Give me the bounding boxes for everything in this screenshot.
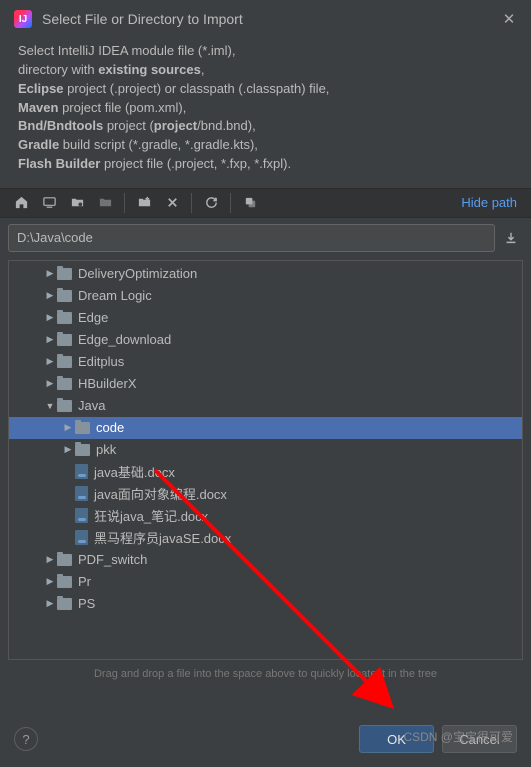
delete-icon[interactable]: [159, 191, 185, 215]
folder-icon: [75, 444, 90, 456]
document-icon: [75, 508, 88, 523]
tree-node-label: Editplus: [78, 354, 124, 369]
document-icon: [75, 486, 88, 501]
tree-node[interactable]: ▼ Java: [9, 395, 522, 417]
tree-node-label: Pr: [78, 574, 91, 589]
tree-node-label: 狂说java_笔记.docx: [94, 506, 208, 525]
folder-icon: [57, 334, 72, 346]
folder-icon: [57, 312, 72, 324]
folder-icon: [57, 598, 72, 610]
tree-node[interactable]: ▶ Pr: [9, 571, 522, 593]
tree-node[interactable]: 狂说java_笔记.docx: [9, 505, 522, 527]
tree-node[interactable]: ▶ pkk: [9, 439, 522, 461]
tree-node-label: HBuilderX: [78, 376, 137, 391]
close-icon[interactable]: ✕: [501, 11, 517, 27]
show-hidden-icon[interactable]: [237, 191, 263, 215]
tree-node-label: pkk: [96, 442, 116, 457]
folder-icon: [57, 290, 72, 302]
folder-icon: [57, 268, 72, 280]
file-tree[interactable]: ▶ DeliveryOptimization ▶ Dream Logic ▶ Edge ▶ E…: [8, 260, 523, 660]
folder-icon: [57, 554, 72, 566]
tree-node[interactable]: 黑马程序员javaSE.docx: [9, 527, 522, 549]
tree-node-label: 黑马程序员javaSE.docx: [94, 528, 231, 547]
description-text: Select IntelliJ IDEA module file (*.iml)…: [0, 38, 531, 188]
folder-icon: [57, 356, 72, 368]
app-logo-icon: IJ: [14, 10, 32, 28]
path-input[interactable]: [8, 224, 495, 252]
tree-node-label: PDF_switch: [78, 552, 147, 567]
watermark: CSDN @宝宝很可爱: [403, 728, 513, 745]
tree-node-label: Edge: [78, 310, 108, 325]
tree-node-label: Edge_download: [78, 332, 171, 347]
tree-node-label: code: [96, 420, 124, 435]
chevron-down-icon: ▼: [43, 401, 57, 411]
desktop-icon[interactable]: [36, 191, 62, 215]
tree-node-label: Java: [78, 398, 105, 413]
tree-node[interactable]: ▶ Edge: [9, 307, 522, 329]
home-icon[interactable]: [8, 191, 34, 215]
folder-icon: [57, 378, 72, 390]
dialog-title: Select File or Directory to Import: [42, 11, 491, 27]
tree-node[interactable]: ▶ code: [9, 417, 522, 439]
document-icon: [75, 530, 88, 545]
download-icon[interactable]: [499, 226, 523, 250]
tree-node-label: DeliveryOptimization: [78, 266, 197, 281]
document-icon: [75, 464, 88, 479]
folder-icon: [57, 400, 72, 412]
chevron-right-icon: ▶: [43, 312, 57, 323]
folder-icon: [75, 422, 90, 434]
chevron-right-icon: ▶: [43, 378, 57, 389]
tree-node[interactable]: ▶ PDF_switch: [9, 549, 522, 571]
tree-node-label: Dream Logic: [78, 288, 152, 303]
hide-path-link[interactable]: Hide path: [455, 195, 523, 210]
tree-node-label: java基础.docx: [94, 462, 175, 481]
chevron-right-icon: ▶: [43, 598, 57, 609]
tree-node-label: java面向对象编程.docx: [94, 484, 227, 503]
module-folder-icon[interactable]: [92, 191, 118, 215]
chevron-right-icon: ▶: [43, 356, 57, 367]
chevron-right-icon: ▶: [43, 554, 57, 565]
tree-node[interactable]: ▶ Edge_download: [9, 329, 522, 351]
chevron-right-icon: ▶: [43, 268, 57, 279]
tree-node[interactable]: ▶ Dream Logic: [9, 285, 522, 307]
tree-node[interactable]: ▶ Editplus: [9, 351, 522, 373]
refresh-icon[interactable]: [198, 191, 224, 215]
tree-node[interactable]: ▶ DeliveryOptimization: [9, 263, 522, 285]
toolbar: Hide path: [0, 188, 531, 218]
tree-node[interactable]: java基础.docx: [9, 461, 522, 483]
help-button[interactable]: ?: [14, 727, 38, 751]
tree-node[interactable]: ▶ HBuilderX: [9, 373, 522, 395]
chevron-right-icon: ▶: [61, 444, 75, 455]
chevron-right-icon: ▶: [43, 576, 57, 587]
project-folder-icon[interactable]: [64, 191, 90, 215]
new-folder-icon[interactable]: [131, 191, 157, 215]
tree-node[interactable]: ▶ PS: [9, 593, 522, 615]
chevron-right-icon: ▶: [43, 334, 57, 345]
chevron-right-icon: ▶: [43, 290, 57, 301]
chevron-right-icon: ▶: [61, 422, 75, 433]
folder-icon: [57, 576, 72, 588]
drag-drop-hint: Drag and drop a file into the space abov…: [0, 662, 531, 686]
tree-node-label: PS: [78, 596, 95, 611]
tree-node[interactable]: java面向对象编程.docx: [9, 483, 522, 505]
